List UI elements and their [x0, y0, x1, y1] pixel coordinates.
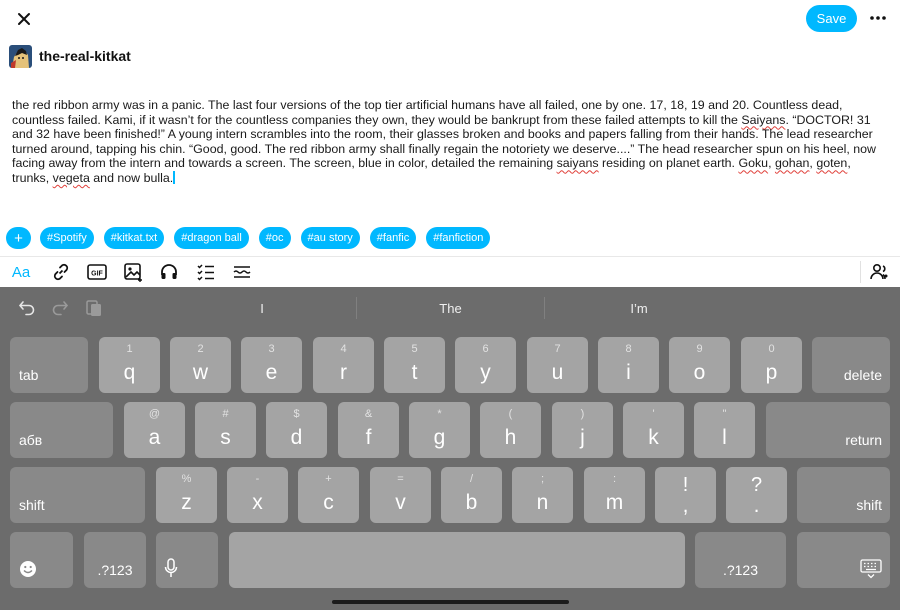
post-text-area[interactable]: the red ribbon army was in a panic. The … [12, 98, 878, 186]
paste-icon[interactable] [84, 298, 104, 318]
undo-icon[interactable] [17, 298, 37, 318]
key-i[interactable]: 8i [598, 337, 659, 393]
post-toolbar: Aa GIF [0, 256, 900, 287]
numbers-key-left[interactable]: .?123 [84, 532, 146, 588]
add-tag-button[interactable]: + [6, 227, 31, 249]
key-r[interactable]: 4r [313, 337, 374, 393]
tag-chip[interactable]: #au story [300, 227, 360, 249]
key-n[interactable]: ; n [512, 467, 573, 523]
svg-text:GIF: GIF [91, 271, 103, 278]
misspelled-word[interactable]: gohan [775, 156, 809, 170]
readmore-icon[interactable] [231, 262, 253, 282]
language-key[interactable]: абв [10, 402, 113, 458]
return-key[interactable]: return [766, 402, 890, 458]
shift-key-left[interactable]: shift [10, 467, 145, 523]
key-d[interactable]: $ d [266, 402, 327, 458]
key-h[interactable]: (h [480, 402, 541, 458]
suggestion-item[interactable]: I [168, 297, 356, 319]
tag-chip[interactable]: #fanfiction [426, 227, 491, 249]
delete-key[interactable]: delete [812, 337, 890, 393]
shift-key-right[interactable]: shift [797, 467, 890, 523]
tag-chip[interactable]: #dragon ball [174, 227, 249, 249]
text-format-button[interactable]: Aa [10, 262, 32, 282]
tag-row: + #Spotify #kitkat.txt #dragon ball #oc … [6, 227, 500, 249]
text-run: the red ribbon army was in a panic. The … [12, 98, 843, 127]
avatar[interactable] [9, 44, 32, 68]
key-s[interactable]: # s [195, 402, 256, 458]
community-label-icon[interactable] [869, 262, 891, 282]
key-u[interactable]: 7u [527, 337, 588, 393]
key-g[interactable]: * g [409, 402, 470, 458]
close-icon[interactable] [13, 8, 35, 30]
key-period[interactable]: ?. [726, 467, 787, 523]
blog-name[interactable]: the-real-kitkat [39, 48, 131, 64]
home-indicator [332, 600, 569, 604]
link-icon[interactable] [50, 262, 72, 282]
key-l[interactable]: " l [694, 402, 755, 458]
redo-icon[interactable] [50, 298, 70, 318]
key-q[interactable]: 1q [99, 337, 160, 393]
virtual-keyboard: I The I’m tab 1q 2w 3e 4r 5t 6y 7u 8i 9o… [0, 287, 900, 610]
emoji-icon [20, 561, 36, 577]
text-run: residing on planet earth. [598, 156, 739, 171]
key-x[interactable]: -x [227, 467, 288, 523]
key-v[interactable]: = v [370, 467, 431, 523]
text-cursor [173, 170, 175, 184]
text-run: , [768, 156, 775, 171]
image-icon[interactable] [122, 262, 144, 282]
key-a[interactable]: @ a [124, 402, 185, 458]
misspelled-word[interactable]: vegeta [53, 171, 90, 185]
key-c[interactable]: + c [298, 467, 359, 523]
space-bar[interactable] [229, 532, 685, 588]
blog-header: the-real-kitkat [9, 44, 131, 68]
toolbar-divider [860, 261, 861, 283]
tag-chip[interactable]: #oc [258, 227, 291, 249]
microphone-icon [164, 558, 178, 577]
misspelled-word[interactable]: Saiyans [741, 113, 785, 127]
dictation-key[interactable] [156, 532, 218, 588]
key-b[interactable]: / b [441, 467, 502, 523]
key-t[interactable]: 5t [384, 337, 445, 393]
audio-icon[interactable] [158, 262, 180, 282]
key-j[interactable]: ) j [552, 402, 613, 458]
checklist-icon[interactable] [195, 262, 217, 282]
key-w[interactable]: 2w [170, 337, 231, 393]
tag-chip[interactable]: #kitkat.txt [103, 227, 165, 249]
tag-chip[interactable]: #Spotify [40, 227, 94, 249]
suggestion-bar: I The I’m [0, 287, 900, 329]
suggestion-item[interactable]: I’m [545, 297, 733, 319]
more-icon[interactable] [866, 8, 890, 28]
key-z[interactable]: % z [156, 467, 217, 523]
dismiss-keyboard-key[interactable] [797, 532, 890, 588]
tab-key[interactable]: tab [10, 337, 88, 393]
key-comma[interactable]: !, [655, 467, 716, 523]
key-p[interactable]: 0p [741, 337, 802, 393]
key-f[interactable]: & f [338, 402, 399, 458]
key-o[interactable]: 9o [669, 337, 730, 393]
misspelled-word[interactable]: saiyans [557, 156, 599, 170]
gif-icon[interactable]: GIF [86, 262, 108, 282]
key-k[interactable]: ' k [623, 402, 684, 458]
key-e[interactable]: 3e [241, 337, 302, 393]
suggestion-item[interactable]: The [357, 297, 544, 319]
top-bar: Save [0, 0, 900, 38]
numbers-key-right[interactable]: .?123 [695, 532, 786, 588]
misspelled-word[interactable]: goten [816, 156, 847, 170]
keyboard-hide-icon [860, 559, 882, 579]
tag-chip[interactable]: #fanfic [369, 227, 417, 249]
key-m[interactable]: :m [584, 467, 645, 523]
save-button[interactable]: Save [806, 5, 857, 32]
emoji-key[interactable] [10, 532, 73, 588]
key-y[interactable]: 6y [455, 337, 516, 393]
misspelled-word[interactable]: Goku [738, 156, 768, 170]
text-run: and now bulla. [89, 170, 174, 185]
